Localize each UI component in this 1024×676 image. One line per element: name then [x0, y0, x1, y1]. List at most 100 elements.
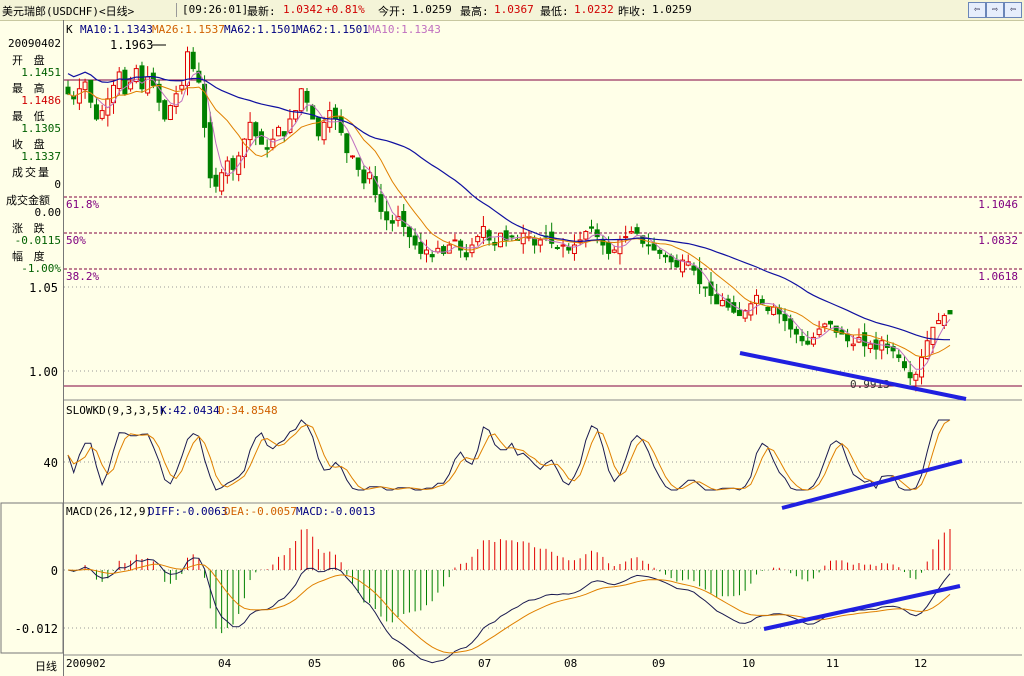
high-annotation: 1.1963 — [110, 38, 153, 52]
candle — [560, 244, 566, 247]
candle — [88, 79, 94, 103]
candle — [298, 88, 304, 112]
candle — [662, 254, 668, 258]
candle — [304, 90, 310, 103]
candle — [65, 86, 71, 95]
candle — [907, 372, 913, 379]
candle — [446, 244, 452, 254]
candle — [816, 328, 822, 336]
candle — [253, 122, 259, 137]
x-tick-200902: 200902 — [66, 657, 106, 670]
candle — [82, 81, 88, 91]
candle — [828, 320, 834, 325]
candle — [867, 343, 873, 350]
candle — [475, 236, 481, 243]
candle — [384, 211, 390, 221]
candle — [554, 246, 560, 249]
x-tick-06: 06 — [392, 657, 405, 670]
candle — [913, 373, 919, 381]
candle — [338, 116, 344, 133]
candle — [116, 71, 122, 90]
candle — [947, 310, 953, 315]
candlestick-series — [65, 46, 953, 392]
candle — [207, 122, 213, 179]
candle — [179, 84, 185, 90]
candle — [355, 157, 361, 170]
candle — [389, 220, 395, 224]
candle — [634, 227, 640, 234]
ma26-legend: MA26:1.1537 — [152, 23, 225, 36]
candle — [754, 294, 760, 304]
x-tick-09: 09 — [652, 657, 665, 670]
x-tick-07: 07 — [478, 657, 491, 670]
candle — [480, 226, 486, 238]
x-tick-04: 04 — [218, 657, 232, 670]
macd-legend: MACD(26,12,9) — [66, 505, 152, 518]
candle — [429, 254, 435, 258]
candle — [936, 320, 942, 325]
candle — [714, 294, 720, 305]
candle — [702, 286, 708, 289]
candle — [623, 236, 629, 239]
candle — [771, 306, 777, 315]
candle — [412, 235, 418, 246]
candle — [452, 239, 458, 242]
candle — [219, 172, 225, 192]
candle — [122, 69, 128, 95]
x-tick-08: 08 — [564, 657, 577, 670]
x-tick-12: 12 — [914, 657, 927, 670]
kd-y-tick-40: 40 — [44, 456, 58, 470]
candle — [213, 174, 219, 187]
candle — [537, 239, 543, 246]
kd-lines — [67, 419, 951, 491]
candle — [99, 110, 105, 119]
fib-50-value: 1.0832 — [978, 234, 1018, 247]
candle — [805, 340, 811, 345]
candle — [611, 249, 617, 253]
candle — [719, 299, 725, 307]
ma62-legend: MA62:1.1501 — [224, 23, 297, 36]
candle — [247, 121, 253, 141]
candle — [788, 318, 794, 330]
kd-d-legend: D:34.8548 — [218, 404, 278, 417]
candle — [332, 107, 338, 120]
candle — [463, 252, 469, 258]
candle — [350, 155, 356, 158]
ma62b-legend: MA62:1.1501 — [296, 23, 369, 36]
candle — [822, 323, 828, 328]
ma10-legend: MA10:1.1343 — [80, 23, 153, 36]
macd-trendline[interactable] — [763, 584, 961, 631]
kd-k-legend: K:42.0434 — [160, 404, 220, 417]
x-tick-10: 10 — [742, 657, 755, 670]
candle — [167, 105, 173, 121]
candle — [731, 302, 737, 313]
candle — [423, 249, 429, 255]
candle — [589, 226, 595, 229]
candle — [258, 131, 264, 145]
candle — [418, 241, 424, 254]
candle — [930, 326, 936, 345]
candle — [674, 259, 680, 268]
ma10b-legend: MA10:1.1343 — [368, 23, 441, 36]
candle — [406, 226, 412, 238]
kd-trendline[interactable] — [781, 459, 963, 510]
moving-average-lines — [67, 71, 951, 370]
candle — [315, 117, 321, 137]
x-tick-05: 05 — [308, 657, 321, 670]
macd-lines — [67, 557, 951, 664]
candle — [184, 51, 190, 86]
price-trendline[interactable] — [739, 351, 967, 401]
candle — [657, 249, 663, 254]
candle — [162, 100, 168, 120]
candle — [628, 231, 634, 234]
candle — [606, 242, 612, 254]
candle — [435, 247, 441, 253]
macd-y-tick-0: 0 — [51, 564, 58, 578]
fib-50-pct: 50% — [66, 234, 86, 247]
candle — [645, 244, 651, 247]
ma-prefix: K — [66, 23, 73, 36]
candle — [765, 306, 771, 312]
kd-k-line — [67, 419, 950, 491]
fib-618-pct: 61.8% — [66, 198, 99, 211]
y-tick-100: 1.00 — [29, 365, 58, 379]
